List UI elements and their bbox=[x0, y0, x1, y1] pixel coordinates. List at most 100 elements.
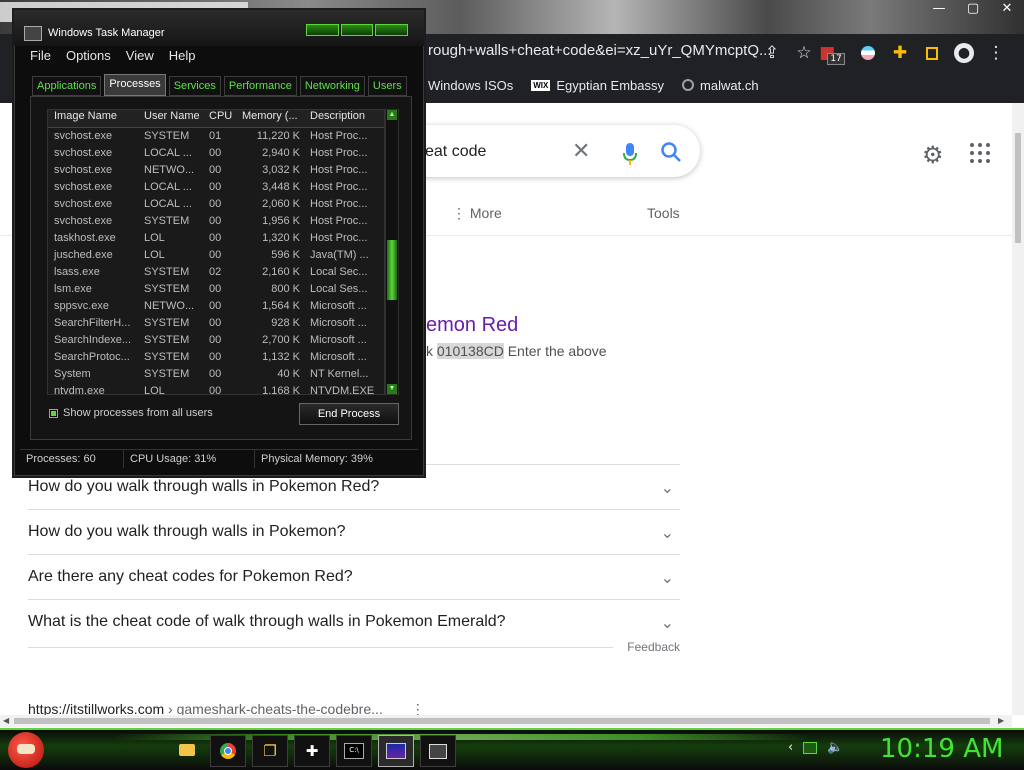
page-vertical-scrollbar[interactable] bbox=[1012, 103, 1024, 715]
clock[interactable]: 10:19 AM bbox=[880, 734, 1003, 764]
maximize-button[interactable] bbox=[340, 24, 374, 36]
paa-question[interactable]: What is the cheat code of walk through w… bbox=[28, 599, 680, 644]
next-result-url[interactable]: https://itstillworks.com › gameshark-che… bbox=[28, 701, 425, 715]
extensions-puzzle-icon[interactable]: ✚ bbox=[884, 38, 916, 68]
table-row[interactable]: svchost.exe LOCAL ... 00 2,060 K Host Proc..… bbox=[48, 196, 384, 213]
scroll-down-icon[interactable]: ▼ bbox=[387, 384, 397, 394]
table-cell: 00 bbox=[209, 283, 222, 295]
column-user-name[interactable]: User Name bbox=[138, 110, 203, 127]
result-title-link[interactable]: emon Red bbox=[426, 314, 518, 337]
status-bar: Processes: 60 CPU Usage: 31% Physical Me… bbox=[20, 449, 418, 468]
scrollbar-thumb[interactable] bbox=[387, 240, 397, 300]
page-horizontal-scrollbar[interactable]: ◀ ▶ bbox=[0, 715, 1012, 727]
menu-view[interactable]: View bbox=[126, 46, 154, 66]
browser-menu-icon[interactable]: ⋮ bbox=[980, 38, 1012, 68]
feedback-link[interactable]: Feedback bbox=[627, 640, 680, 654]
network-icon[interactable] bbox=[803, 741, 818, 754]
table-row[interactable]: svchost.exe NETWO... 00 3,032 K Host Proc... bbox=[48, 162, 384, 179]
menu-bar: File Options View Help bbox=[14, 46, 440, 66]
close-button[interactable]: ✕ bbox=[990, 0, 1024, 18]
task-manager-icon[interactable] bbox=[420, 735, 456, 767]
table-row[interactable]: lsass.exe SYSTEM 02 2,160 K Local Sec... bbox=[48, 264, 384, 281]
extension-ublock-icon[interactable]: ■17 bbox=[819, 38, 852, 68]
address-bar[interactable]: rough+walls+cheat+code&ei=xz_uYr_QMYmcpt… bbox=[428, 42, 772, 59]
table-cell: Microsoft ... bbox=[310, 334, 367, 346]
folder-icon[interactable] bbox=[170, 735, 204, 765]
scroll-left-icon[interactable]: ◀ bbox=[3, 715, 9, 727]
search-icon[interactable] bbox=[660, 141, 682, 163]
chevron-down-icon: ⌄ bbox=[660, 477, 674, 497]
scroll-up-icon[interactable]: ▲ bbox=[387, 110, 397, 120]
chrome-icon[interactable] bbox=[210, 735, 246, 767]
side-panel-icon[interactable] bbox=[916, 38, 948, 68]
table-row[interactable]: taskhost.exe LOL 00 1,320 K Host Proc... bbox=[48, 230, 384, 247]
show-all-processes-checkbox[interactable]: Show processes from all users bbox=[49, 407, 213, 419]
checkbox-icon[interactable] bbox=[49, 408, 58, 418]
tab-performance[interactable]: Performance bbox=[223, 76, 297, 96]
process-list-scrollbar[interactable]: ▲ ▼ bbox=[385, 109, 399, 395]
table-cell: svchost.exe bbox=[54, 147, 113, 159]
column-cpu[interactable]: CPU bbox=[203, 110, 236, 127]
table-row[interactable]: SearchProtoc... SYSTEM 00 1,132 K Microsoft … bbox=[48, 349, 384, 366]
table-row[interactable]: SearchFilterH... SYSTEM 00 928 K Microsoft .… bbox=[48, 315, 384, 332]
scroll-right-icon[interactable]: ▶ bbox=[998, 715, 1004, 727]
table-row[interactable]: svchost.exe SYSTEM 00 1,956 K Host Proc... bbox=[48, 213, 384, 230]
column-description[interactable]: Description bbox=[304, 110, 384, 127]
tab-applications[interactable]: Applications bbox=[32, 76, 102, 96]
table-row[interactable]: ntvdm.exe LOL 00 1,168 K NTVDM.EXE bbox=[48, 383, 384, 394]
plus-icon[interactable]: ✚ bbox=[294, 735, 330, 767]
start-button-angry-bird-icon[interactable] bbox=[8, 732, 44, 768]
bookmark-malwatch[interactable]: malwat.ch bbox=[682, 78, 759, 93]
paa-question[interactable]: How do you walk through walls in Pokemon… bbox=[28, 509, 680, 554]
menu-help[interactable]: Help bbox=[169, 46, 196, 66]
bookmark-windows-isos[interactable]: Windows ISOs bbox=[428, 78, 513, 93]
tab-more[interactable]: ⋮ More bbox=[452, 205, 502, 222]
microphone-icon[interactable] bbox=[623, 143, 637, 165]
scrollbar-thumb[interactable] bbox=[14, 718, 990, 724]
task-manager-titlebar[interactable]: Windows Task Manager bbox=[14, 10, 424, 46]
table-cell: 2,940 K bbox=[262, 147, 300, 159]
table-row[interactable]: svchost.exe LOCAL ... 00 2,940 K Host Proc..… bbox=[48, 145, 384, 162]
end-process-button[interactable]: End Process bbox=[299, 403, 399, 425]
menu-file[interactable]: File bbox=[30, 46, 51, 66]
settings-gear-icon[interactable]: ⚙ bbox=[922, 141, 944, 169]
tab-processes[interactable]: Processes bbox=[104, 74, 166, 96]
tab-networking[interactable]: Networking bbox=[299, 76, 365, 96]
tab-tools[interactable]: Tools bbox=[647, 205, 680, 221]
extension-flag-icon[interactable] bbox=[852, 38, 884, 68]
taskbar-apps: ❐ ✚ C:\ bbox=[170, 735, 456, 767]
minimize-button[interactable]: — bbox=[922, 0, 956, 18]
close-button[interactable] bbox=[375, 24, 409, 36]
restore-button[interactable]: ▢ bbox=[956, 0, 990, 18]
volume-icon[interactable]: 🔈 bbox=[827, 740, 843, 755]
bookmark-star-icon[interactable]: ☆ bbox=[788, 38, 820, 68]
profile-avatar-icon[interactable]: ● bbox=[948, 38, 980, 68]
table-cell: NETWO... bbox=[144, 164, 195, 176]
share-icon[interactable]: ⇪ bbox=[756, 38, 788, 68]
column-memory[interactable]: Memory (... bbox=[236, 110, 304, 127]
table-row[interactable]: sppsvc.exe NETWO... 00 1,564 K Microsoft ... bbox=[48, 298, 384, 315]
table-cell: lsass.exe bbox=[54, 266, 100, 278]
chat-icon[interactable]: ❐ bbox=[252, 735, 288, 767]
minimize-button[interactable] bbox=[306, 24, 339, 36]
paint-icon[interactable] bbox=[378, 735, 414, 767]
search-input[interactable]: eat code bbox=[425, 143, 486, 161]
table-row[interactable]: svchost.exe LOCAL ... 00 3,448 K Host Proc..… bbox=[48, 179, 384, 196]
tab-services[interactable]: Services bbox=[168, 76, 221, 96]
cmd-icon[interactable]: C:\ bbox=[336, 735, 372, 767]
menu-options[interactable]: Options bbox=[66, 46, 111, 66]
column-image-name[interactable]: Image Name bbox=[48, 110, 138, 127]
show-hidden-icons-icon[interactable]: ‹ bbox=[788, 740, 793, 755]
clear-search-icon[interactable]: ✕ bbox=[572, 139, 590, 164]
table-row[interactable]: System SYSTEM 00 40 K NT Kernel... bbox=[48, 366, 384, 383]
browser-toolbar: ⇪ ☆ ■17 ✚ ● ⋮ bbox=[756, 38, 1012, 68]
table-row[interactable]: SearchIndexe... SYSTEM 00 2,700 K Microsoft … bbox=[48, 332, 384, 349]
scrollbar-thumb[interactable] bbox=[1015, 133, 1021, 243]
google-apps-icon[interactable] bbox=[970, 143, 990, 163]
table-row[interactable]: svchost.exe SYSTEM 01 11,220 K Host Proc... bbox=[48, 128, 384, 145]
table-row[interactable]: lsm.exe SYSTEM 00 800 K Local Ses... bbox=[48, 281, 384, 298]
bookmark-egyptian-embassy[interactable]: WIX Egyptian Embassy bbox=[531, 78, 664, 93]
table-row[interactable]: jusched.exe LOL 00 596 K Java(TM) ... bbox=[48, 247, 384, 264]
tab-users[interactable]: Users bbox=[367, 76, 407, 96]
paa-question[interactable]: Are there any cheat codes for Pokemon Re… bbox=[28, 554, 680, 599]
